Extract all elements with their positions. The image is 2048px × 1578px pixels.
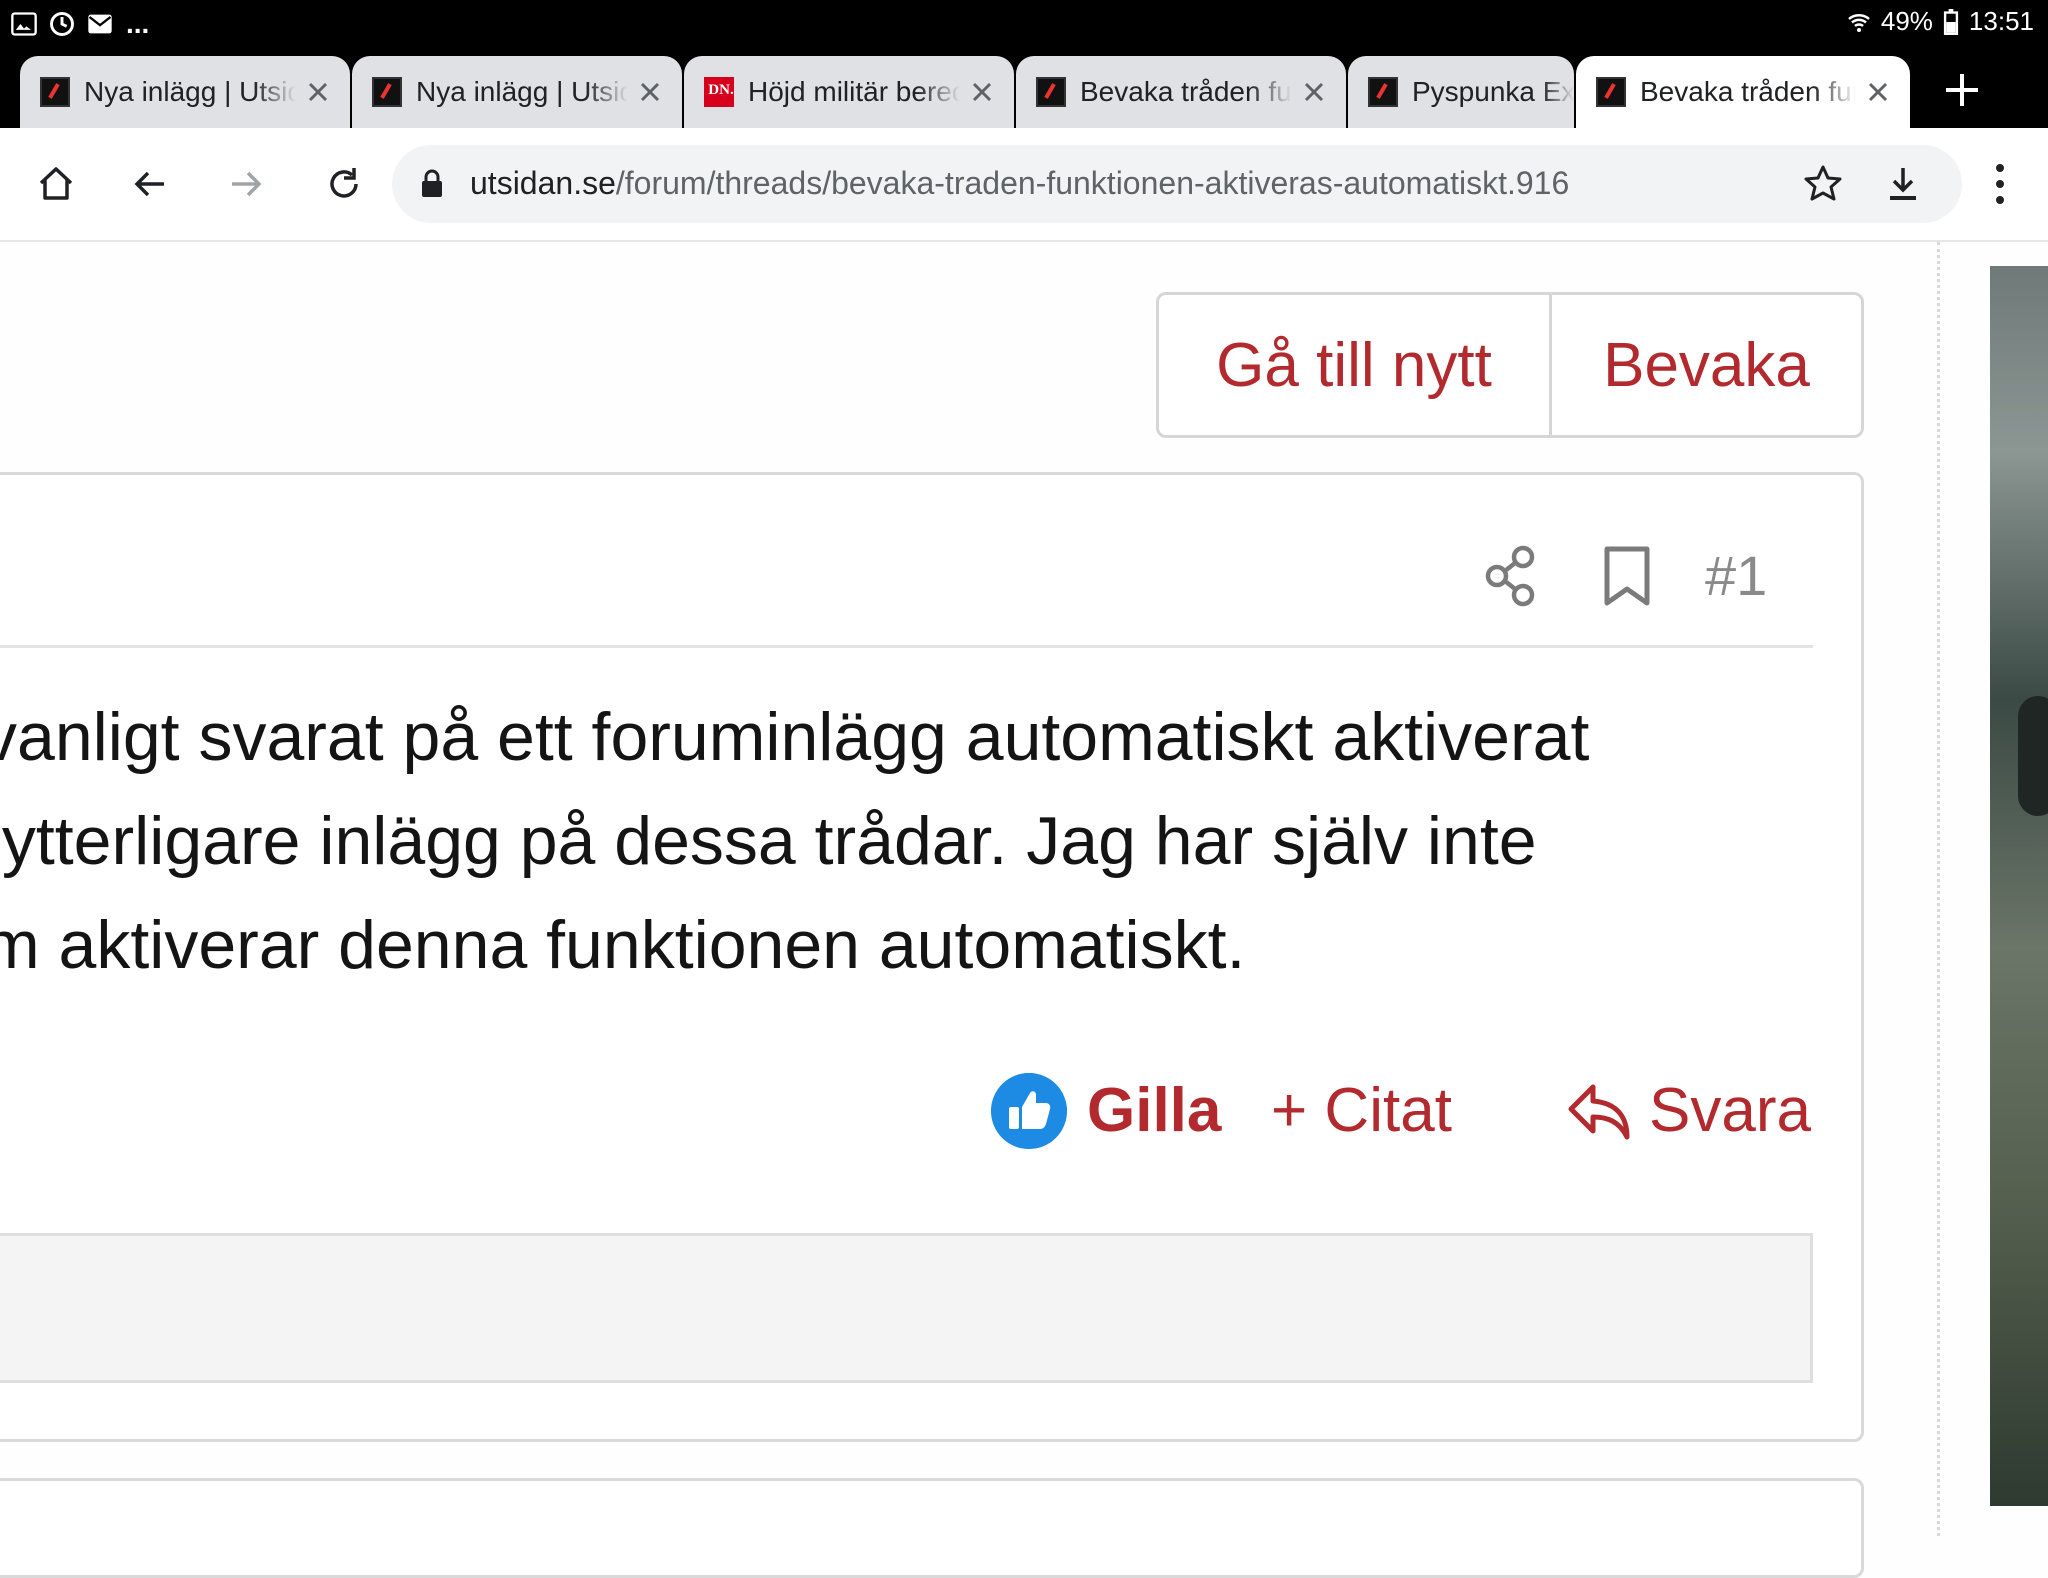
quote-button[interactable]: + Citat [1271, 1075, 1452, 1146]
reply-arrow-icon[interactable] [1565, 1079, 1635, 1145]
dn-favicon-text: DN. [708, 82, 734, 98]
url-host: utsidan.se [470, 165, 616, 201]
close-tab-icon[interactable] [628, 70, 672, 114]
sync-icon [50, 12, 74, 36]
share-icon[interactable] [1483, 545, 1539, 607]
reply-button[interactable]: Svara [1649, 1075, 1811, 1146]
lock-icon[interactable] [420, 169, 444, 199]
browser-toolbar: utsidan.se/forum/threads/bevaka-traden-f… [0, 128, 2048, 242]
utsidan-favicon-icon [1596, 77, 1626, 107]
back-arrow-icon [134, 171, 164, 197]
post-header-divider [0, 645, 1813, 648]
mail-icon [88, 14, 112, 34]
close-tab-icon[interactable] [1856, 70, 1900, 114]
post-body-line: m aktiverar denna funktionen automatiskt… [0, 907, 1246, 983]
utsidan-favicon-icon [1368, 77, 1398, 107]
quick-reply-box[interactable] [0, 1233, 1813, 1383]
clock: 13:51 [1968, 6, 2034, 36]
utsidan-favicon-icon [40, 77, 70, 107]
url-path: /forum/threads/bevaka-traden-funktionen-… [615, 165, 1570, 201]
battery-percent: 49% [1880, 6, 1933, 36]
battery-icon [1943, 8, 1959, 35]
forum-post: #1 vanligt svarat på ett foruminlägg aut… [0, 472, 1864, 1442]
post-body-line: vanligt svarat på ett foruminlägg automa… [0, 699, 1590, 775]
tab-title: Nya inlägg | Utsidan [416, 76, 628, 107]
watch-thread-button[interactable]: Bevaka [1552, 295, 1861, 435]
tab-title: Pyspunka Exped [1412, 76, 1574, 107]
utsidan-favicon-icon [372, 77, 402, 107]
post-body-line: ytterligare inlägg på dessa trådar. Jag … [0, 803, 1537, 879]
tab-title: Nya inlägg | Utsidan [84, 76, 296, 107]
forward-arrow-icon [232, 171, 262, 197]
kebab-menu-icon[interactable] [1986, 158, 2014, 210]
reload-icon [330, 168, 358, 198]
bookmark-icon[interactable] [1601, 545, 1653, 609]
post-body: vanligt svarat på ett foruminlägg automa… [0, 685, 1813, 997]
like-button[interactable]: Gilla [1087, 1075, 1221, 1146]
tab-1[interactable]: Nya inlägg | Utsidan [20, 56, 350, 128]
url-text[interactable]: utsidan.se/forum/threads/bevaka-traden-f… [470, 165, 1570, 202]
side-photo [1990, 266, 2048, 1506]
gallery-icon [11, 12, 37, 36]
tab-6-active[interactable]: Bevaka tråden funktionen [1576, 56, 1910, 128]
close-tab-icon[interactable] [296, 70, 340, 114]
status-bar: ... 49% 13:51 [0, 0, 2048, 48]
address-bar[interactable]: utsidan.se/forum/threads/bevaka-traden-f… [392, 145, 1962, 223]
wifi-icon [1848, 13, 1870, 32]
tab-3[interactable]: DN. Höjd militär beredskap [684, 56, 1014, 128]
thumbs-up-icon[interactable] [991, 1073, 1067, 1149]
back-button[interactable] [122, 156, 178, 212]
close-tab-icon[interactable] [960, 70, 1004, 114]
new-tab-icon[interactable] [1940, 68, 1984, 112]
web-page: Gå till nytt Bevaka #1 vanligt svarat på… [0, 242, 2048, 1578]
page-divider [1937, 242, 1940, 1536]
tab-title: Bevaka tråden funktionen [1640, 76, 1856, 107]
close-tab-icon[interactable] [1292, 70, 1336, 114]
tab-title: Bevaka tråden funktionen [1080, 76, 1292, 107]
overflow-indicator: ... [126, 8, 150, 39]
tab-title: Höjd militär beredskap [748, 76, 960, 107]
next-post-card [0, 1478, 1864, 1578]
tab-2[interactable]: Nya inlägg | Utsidan [352, 56, 682, 128]
tab-strip: Nya inlägg | Utsidan Nya inlägg | Utsida… [0, 48, 2048, 128]
forward-button[interactable] [218, 156, 274, 212]
reload-button[interactable] [316, 156, 372, 212]
goto-new-button[interactable]: Gå till nytt [1159, 295, 1552, 435]
home-icon [39, 167, 73, 200]
tab-5[interactable]: Pyspunka Exped [1348, 56, 1574, 128]
home-button[interactable] [28, 156, 84, 212]
post-actions: Gilla + Citat Svara [0, 1065, 1813, 1165]
thread-button-group: Gå till nytt Bevaka [1156, 292, 1864, 438]
utsidan-favicon-icon [1036, 77, 1066, 107]
post-number-link[interactable]: #1 [1705, 543, 1767, 608]
tab-4[interactable]: Bevaka tråden funktionen [1016, 56, 1346, 128]
download-icon[interactable] [1882, 163, 1924, 205]
bookmark-star-icon[interactable] [1802, 163, 1844, 205]
dn-favicon-icon: DN. [704, 77, 734, 107]
